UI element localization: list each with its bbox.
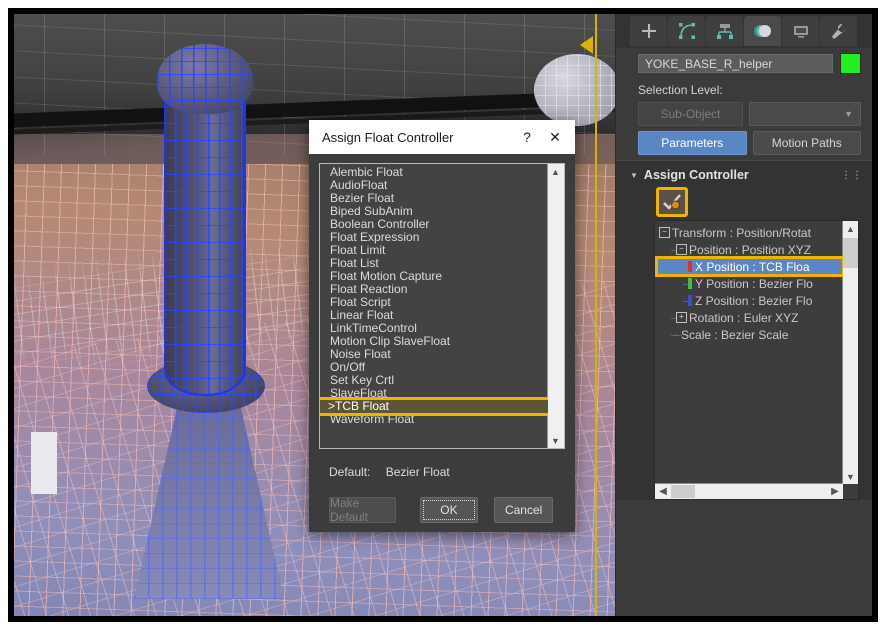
hierarchy-tab[interactable] xyxy=(706,16,743,46)
dialog-title: Assign Float Controller xyxy=(322,130,513,145)
monitor-icon xyxy=(791,21,811,41)
command-panel: YOKE_BASE_R_helper Selection Level: Sub-… xyxy=(615,14,872,616)
help-icon[interactable]: ? xyxy=(513,124,541,150)
list-item-selected[interactable]: >TCB Float xyxy=(320,400,548,413)
dialog-footer: Make Default OK Cancel xyxy=(319,479,565,523)
default-value: Bezier Float xyxy=(386,465,450,479)
object-name-row: YOKE_BASE_R_helper xyxy=(616,48,872,79)
parameters-button[interactable]: Parameters xyxy=(638,131,747,155)
ok-button[interactable]: OK xyxy=(420,497,479,523)
tree-vscroll-thumb[interactable] xyxy=(843,238,858,268)
tree-node-label: Y Position : Bezier Flo xyxy=(695,277,813,291)
viewport-axis-arrow-icon xyxy=(580,36,593,54)
plus-icon xyxy=(639,21,659,41)
scroll-down-icon[interactable]: ▼ xyxy=(548,433,563,448)
command-panel-tabs xyxy=(616,14,872,48)
utilities-tab[interactable] xyxy=(820,16,857,46)
screenshot-frame: YOKE_BASE_R_helper Selection Level: Sub-… xyxy=(8,8,878,622)
controller-tree[interactable]: − Transform : Position/Rotat … − Positio… xyxy=(654,220,859,500)
sub-object-button[interactable]: Sub-Object xyxy=(638,102,743,126)
assign-controller-header[interactable]: ▼ Assign Controller ⋮⋮ xyxy=(616,166,872,186)
chevron-down-icon: ▼ xyxy=(844,109,853,119)
tree-node-y-position[interactable]: … Y Position : Bezier Flo xyxy=(657,275,843,292)
assign-controller-rollout: ▼ Assign Controller ⋮⋮ − Transform : Pos… xyxy=(616,160,872,500)
assign-controller-check-icon xyxy=(662,192,682,212)
tree-node-label: Rotation : Euler XYZ xyxy=(689,311,798,325)
scroll-up-icon[interactable]: ▲ xyxy=(843,221,858,236)
motion-paths-button[interactable]: Motion Paths xyxy=(753,131,862,155)
modify-tab[interactable] xyxy=(668,16,705,46)
hierarchy-icon xyxy=(715,21,735,41)
axis-marker-x-icon xyxy=(688,261,692,272)
close-icon[interactable]: ✕ xyxy=(541,124,569,150)
list-vertical-scrollbar[interactable]: ▲ ▼ xyxy=(547,164,564,448)
viewport-selected-head xyxy=(157,44,253,114)
curve-modify-icon xyxy=(677,21,697,41)
list-item[interactable]: Waveform Float xyxy=(320,413,548,426)
object-color-swatch[interactable] xyxy=(840,53,861,74)
default-label: Default: xyxy=(329,465,370,479)
scroll-right-icon[interactable]: ▶ xyxy=(827,484,843,499)
tree-hscroll-thumb[interactable] xyxy=(671,485,695,498)
controller-list-box[interactable]: Alembic Float AudioFloat Bezier Float Bi… xyxy=(319,163,565,449)
dialog-body: Alembic Float AudioFloat Bezier Float Bi… xyxy=(309,154,575,523)
object-name-field[interactable]: YOKE_BASE_R_helper xyxy=(638,54,833,73)
app-window: YOKE_BASE_R_helper Selection Level: Sub-… xyxy=(14,14,872,616)
tree-node-rotation[interactable]: … + Rotation : Euler XYZ xyxy=(657,309,843,326)
tree-node-scale[interactable]: …… Scale : Bezier Scale xyxy=(657,326,843,343)
create-tab[interactable] xyxy=(630,16,667,46)
controller-tree-items: − Transform : Position/Rotat … − Positio… xyxy=(655,221,843,499)
chevron-down-icon: ▼ xyxy=(630,171,638,180)
motion-circles-icon xyxy=(753,21,773,41)
display-tab[interactable] xyxy=(782,16,819,46)
tree-node-z-position[interactable]: … Z Position : Bezier Flo xyxy=(657,292,843,309)
selection-level-row: Sub-Object ▼ xyxy=(616,102,872,126)
tree-node-label: Scale : Bezier Scale xyxy=(681,328,788,342)
viewport-axis-line xyxy=(595,14,597,616)
selection-level-label: Selection Level: xyxy=(616,79,872,102)
scroll-up-icon[interactable]: ▲ xyxy=(548,164,563,179)
axis-marker-y-icon xyxy=(688,278,692,289)
tree-node-x-position[interactable]: … X Position : TCB Floa xyxy=(657,258,843,275)
tree-node-label: Position : Position XYZ xyxy=(689,243,811,257)
cancel-button[interactable]: Cancel xyxy=(494,497,553,523)
expander-icon[interactable]: − xyxy=(659,227,670,238)
assign-controller-button[interactable] xyxy=(656,187,688,217)
assign-float-controller-dialog[interactable]: Assign Float Controller ? ✕ Alembic Floa… xyxy=(309,120,575,532)
dialog-title-bar[interactable]: Assign Float Controller ? ✕ xyxy=(309,120,575,154)
tree-horizontal-scrollbar[interactable]: ◀ ▶ xyxy=(655,483,843,499)
motion-tab[interactable] xyxy=(744,16,781,46)
assign-controller-title: Assign Controller xyxy=(644,168,749,182)
viewport-white-panel xyxy=(31,432,57,494)
tree-node-position[interactable]: … − Position : Position XYZ xyxy=(657,241,843,258)
scroll-down-icon[interactable]: ▼ xyxy=(843,469,858,484)
wrench-icon xyxy=(829,21,849,41)
default-row: Default: Bezier Float xyxy=(319,449,565,479)
tree-node-label: Z Position : Bezier Flo xyxy=(695,294,812,308)
tree-node-label: Transform : Position/Rotat xyxy=(672,226,811,240)
expander-icon[interactable]: − xyxy=(676,244,687,255)
tree-node-label: X Position : TCB Floa xyxy=(695,260,810,274)
rollout-grip-icon: ⋮⋮ xyxy=(841,173,863,178)
scroll-left-icon[interactable]: ◀ xyxy=(655,484,671,499)
make-default-button[interactable]: Make Default xyxy=(329,497,396,523)
tree-vertical-scrollbar[interactable]: ▲ ▼ xyxy=(842,221,858,484)
controller-list: Alembic Float AudioFloat Bezier Float Bi… xyxy=(320,164,548,448)
tree-node-transform[interactable]: − Transform : Position/Rotat xyxy=(657,224,843,241)
expander-icon[interactable]: + xyxy=(676,312,687,323)
tree-guide-icon: …… xyxy=(671,329,681,340)
viewport-sphere-object xyxy=(534,54,615,126)
sub-object-dropdown[interactable]: ▼ xyxy=(749,102,861,126)
mode-row: Parameters Motion Paths xyxy=(616,131,872,155)
viewport-selected-shaft xyxy=(164,66,246,396)
axis-marker-z-icon xyxy=(688,295,692,306)
